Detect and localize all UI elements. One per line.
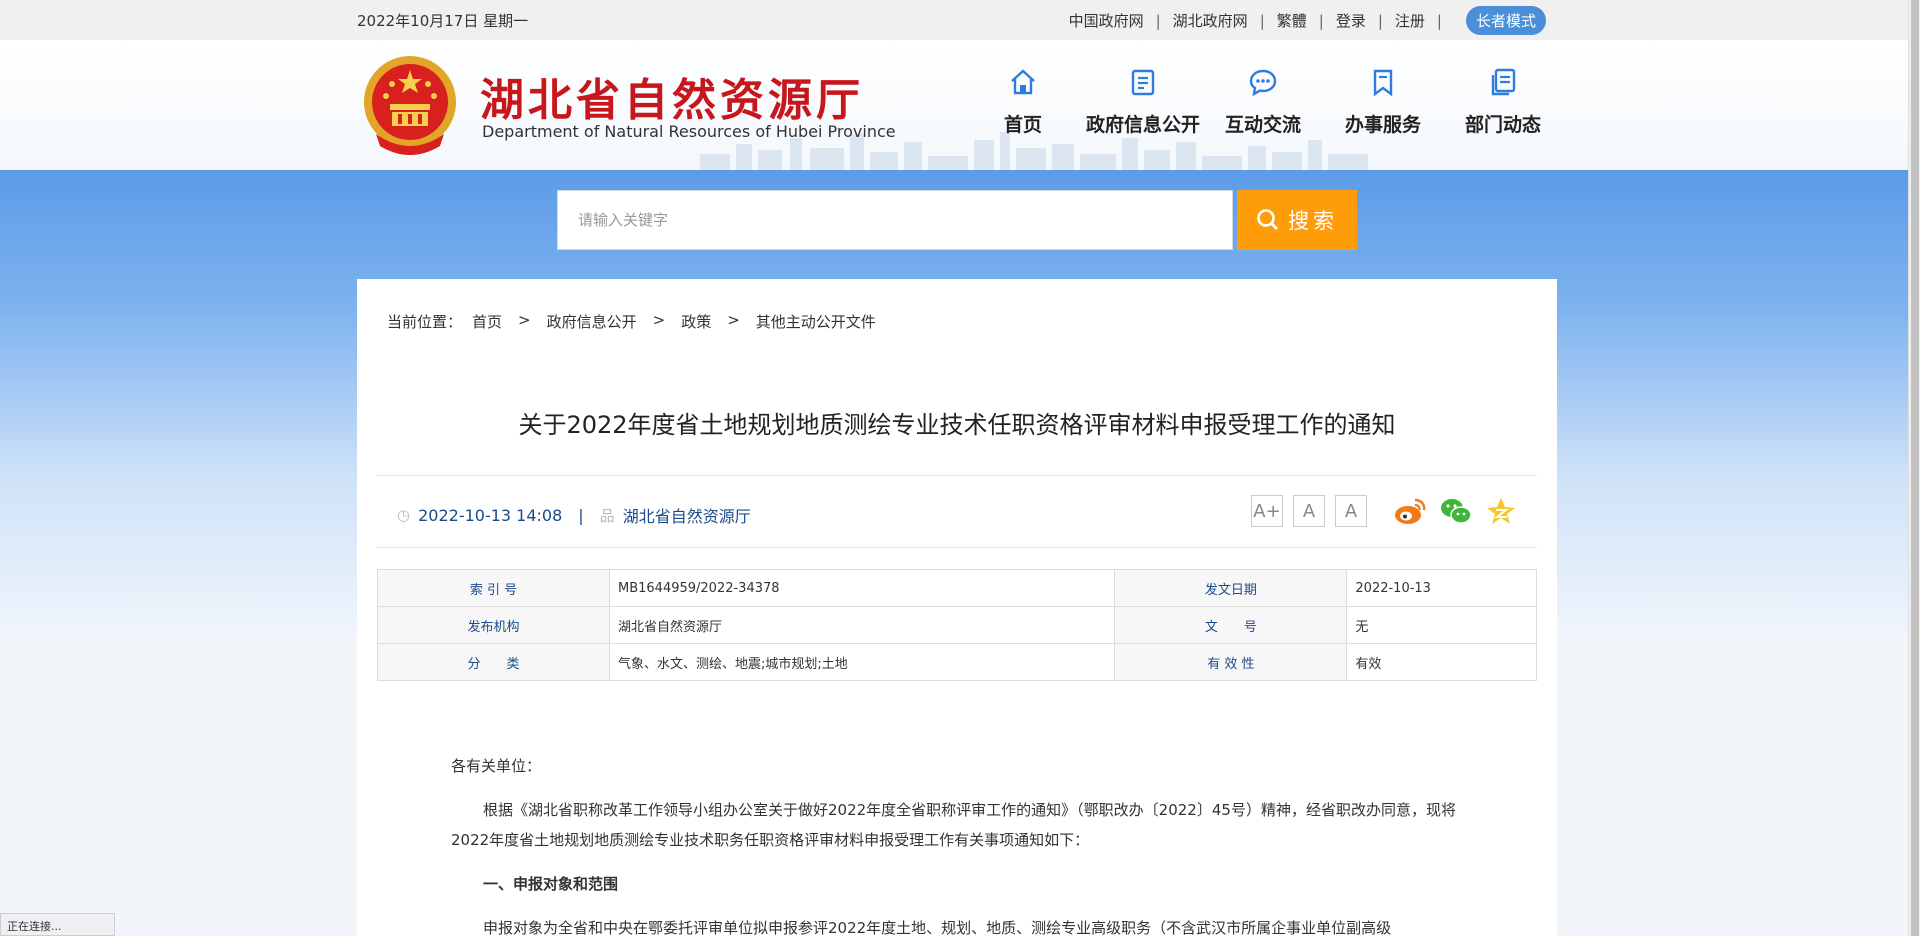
breadcrumb-policy[interactable]: 政策 bbox=[681, 311, 711, 332]
breadcrumb: 当前位置： 首页 > 政府信息公开 > 政策 > 其他主动公开文件 bbox=[387, 311, 876, 332]
info-key: 发布机构 bbox=[377, 606, 610, 644]
top-bar: 2022年10月17日 星期一 中国政府网 | 湖北政府网 | 繁體 | 登录 … bbox=[0, 0, 1920, 40]
top-links: 中国政府网 | 湖北政府网 | 繁體 | 登录 | 注册 | 长者模式 bbox=[1069, 6, 1546, 35]
info-value: 无 bbox=[1346, 606, 1537, 644]
info-key: 发文日期 bbox=[1114, 569, 1348, 607]
main-nav: 首页 政府信息公开 互动交流 办事服务 部门动态 bbox=[963, 60, 1563, 137]
link-traditional[interactable]: 繁體 bbox=[1277, 10, 1307, 31]
info-key: 索 引 号 bbox=[377, 569, 610, 607]
search-input[interactable] bbox=[557, 190, 1233, 250]
separator: | bbox=[578, 505, 584, 525]
national-emblem-logo bbox=[364, 56, 456, 155]
qzone-icon[interactable] bbox=[1485, 496, 1517, 526]
link-hubei-gov[interactable]: 湖北政府网 bbox=[1173, 10, 1248, 31]
font-default-button[interactable]: A bbox=[1293, 495, 1325, 527]
table-row: 分 类 气象、水文、测绘、地震;城市规划;土地 有 效 性 有效 bbox=[377, 643, 1537, 681]
bookmark-icon bbox=[1373, 69, 1393, 97]
site-title[interactable]: 湖北省自然资源厅 bbox=[480, 64, 864, 128]
site-header: 湖北省自然资源厅 Department of Natural Resources… bbox=[0, 40, 1920, 170]
weibo-icon[interactable] bbox=[1393, 496, 1427, 526]
browser-status: 正在连接... bbox=[0, 913, 115, 936]
site-subtitle: Department of Natural Resources of Hubei… bbox=[482, 122, 896, 141]
article-card: 当前位置： 首页 > 政府信息公开 > 政策 > 其他主动公开文件 关于2022… bbox=[357, 279, 1557, 936]
search-button-label: 搜索 bbox=[1288, 209, 1338, 233]
search-button[interactable]: 搜索 bbox=[1237, 190, 1357, 250]
separator: | bbox=[1155, 11, 1161, 30]
breadcrumb-gov-info[interactable]: 政府信息公开 bbox=[547, 311, 637, 332]
paragraph: 根据《湖北省职称改革工作领导小组办公室关于做好2022年度全省职称评审工作的通知… bbox=[451, 801, 1456, 849]
info-key: 文 号 bbox=[1114, 606, 1348, 644]
org-icon: 品 bbox=[599, 506, 615, 525]
scrollbar-thumb[interactable] bbox=[1911, 0, 1919, 936]
table-row: 索 引 号 MB1644959/2022-34378 发文日期 2022-10-… bbox=[377, 569, 1537, 607]
info-value: 2022-10-13 bbox=[1346, 569, 1537, 607]
elder-mode-button[interactable]: 长者模式 bbox=[1465, 6, 1546, 35]
font-increase-button[interactable]: A+ bbox=[1251, 495, 1283, 527]
nav-home[interactable]: 首页 bbox=[963, 60, 1083, 137]
news-icon bbox=[1491, 68, 1516, 96]
page-scrollbar[interactable] bbox=[1908, 0, 1920, 936]
breadcrumb-separator: > bbox=[652, 311, 666, 329]
article-body: 各有关单位： 根据《湖北省职称改革工作领导小组办公室关于做好2022年度全省职称… bbox=[451, 751, 1461, 936]
breadcrumb-separator: > bbox=[727, 311, 740, 329]
table-row: 发布机构 湖北省自然资源厅 文 号 无 bbox=[377, 606, 1537, 644]
nav-label: 部门动态 bbox=[1464, 114, 1541, 136]
info-value: 有效 bbox=[1346, 643, 1537, 681]
publish-datetime: 2022-10-13 14:08 bbox=[418, 505, 563, 525]
publish-source: 湖北省自然资源厅 bbox=[622, 507, 751, 526]
nav-label: 办事服务 bbox=[1344, 114, 1421, 136]
separator: | bbox=[1318, 11, 1324, 30]
separator: | bbox=[1377, 11, 1383, 30]
breadcrumb-other-files[interactable]: 其他主动公开文件 bbox=[756, 311, 876, 332]
document-icon bbox=[1131, 69, 1155, 96]
info-value: 气象、水文、测绘、地震;城市规划;土地 bbox=[608, 643, 1116, 681]
separator: | bbox=[1436, 11, 1442, 30]
link-gov-cn[interactable]: 中国政府网 bbox=[1069, 10, 1144, 31]
nav-label: 互动交流 bbox=[1224, 114, 1301, 136]
chat-icon bbox=[1249, 69, 1277, 97]
wechat-icon[interactable] bbox=[1439, 496, 1473, 526]
divider bbox=[377, 475, 1537, 476]
search-bar: 搜索 bbox=[557, 190, 1357, 250]
search-icon bbox=[1257, 209, 1278, 230]
separator: | bbox=[1259, 11, 1265, 30]
nav-interaction[interactable]: 互动交流 bbox=[1203, 60, 1323, 137]
article-meta: ◷ 2022-10-13 14:08 | 品 湖北省自然资源厅 bbox=[397, 503, 751, 527]
nav-gov-info[interactable]: 政府信息公开 bbox=[1083, 60, 1203, 137]
info-value: MB1644959/2022-34378 bbox=[608, 569, 1116, 607]
home-icon bbox=[1011, 69, 1035, 95]
section-heading: 一、申报对象和范围 bbox=[483, 875, 619, 893]
info-value: 湖北省自然资源厅 bbox=[608, 606, 1116, 644]
divider bbox=[377, 547, 1537, 548]
nav-label: 首页 bbox=[1003, 114, 1042, 136]
document-info-table: 索 引 号 MB1644959/2022-34378 发文日期 2022-10-… bbox=[377, 569, 1537, 681]
clock-icon: ◷ bbox=[397, 506, 411, 524]
article-title: 关于2022年度省土地规划地质测绘专业技术任职资格评审材料申报受理工作的通知 bbox=[518, 411, 1396, 439]
breadcrumb-home[interactable]: 首页 bbox=[472, 311, 502, 332]
link-login[interactable]: 登录 bbox=[1336, 10, 1366, 31]
info-key: 有 效 性 bbox=[1114, 643, 1348, 681]
current-date: 2022年10月17日 星期一 bbox=[357, 12, 529, 30]
nav-label: 政府信息公开 bbox=[1085, 114, 1200, 136]
breadcrumb-prefix: 当前位置： bbox=[387, 313, 463, 331]
link-register[interactable]: 注册 bbox=[1395, 10, 1425, 31]
share-buttons bbox=[1393, 496, 1517, 526]
breadcrumb-separator: > bbox=[518, 311, 531, 329]
salutation: 各有关单位： bbox=[451, 757, 542, 775]
nav-services[interactable]: 办事服务 bbox=[1323, 60, 1443, 137]
info-key: 分 类 bbox=[377, 643, 610, 681]
article-tools: A+ A A bbox=[1251, 495, 1517, 527]
nav-department-news[interactable]: 部门动态 bbox=[1443, 60, 1563, 137]
paragraph: 申报对象为全省和中央在鄂委托评审单位拟申报参评2022年度土地、规划、地质、测绘… bbox=[483, 919, 1392, 936]
font-decrease-button[interactable]: A bbox=[1335, 495, 1367, 527]
